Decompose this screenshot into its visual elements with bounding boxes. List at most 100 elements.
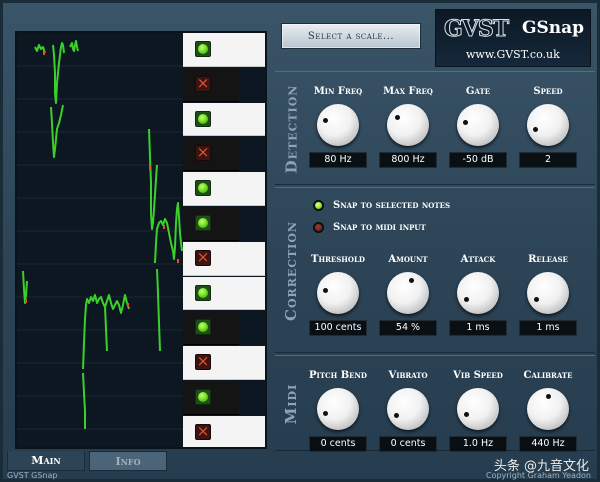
threshold-knob[interactable] (317, 272, 359, 314)
snap-to-selected-notes-option[interactable]: Snap to selected notes (313, 200, 450, 211)
note-disabled-toggle[interactable] (195, 74, 211, 92)
pitch-bend-label: Pitch Bend (309, 370, 367, 381)
min-freq-control: Min Freq 80 Hz (305, 86, 371, 168)
pitch-trace-plot (17, 40, 183, 430)
speed-knob[interactable] (527, 104, 569, 146)
note-enabled-toggle[interactable] (195, 284, 211, 301)
note-enabled-toggle[interactable] (195, 389, 211, 405)
pitch-bend-control: Pitch Bend 0 cents (305, 370, 371, 452)
snap-to-midi-input-option[interactable]: Snap to midi input (313, 222, 426, 233)
piano-key-black (183, 67, 239, 102)
vib-speed-readout: 1.0 Hz (449, 436, 507, 452)
pitch-accent-mark (177, 259, 179, 263)
pitch-segment-2 (52, 42, 65, 104)
vib-speed-knob[interactable] (457, 388, 499, 430)
piano-key-white (183, 172, 265, 206)
snap-midi-label: Snap to midi input (333, 222, 426, 233)
attack-readout: 1 ms (449, 320, 507, 336)
pitch-segment-5 (22, 270, 28, 304)
note-disabled-toggle[interactable] (195, 248, 211, 266)
tab-info[interactable]: Info (89, 451, 167, 471)
pitch-segment-3 (69, 40, 79, 52)
note-enabled-toggle[interactable] (195, 41, 211, 57)
calibrate-knob-indicator (545, 393, 551, 399)
pitch-bend-knob-indicator (323, 410, 329, 416)
pitch-bend-knob[interactable] (317, 388, 359, 430)
threshold-label: Threshold (311, 254, 365, 265)
piano-key-white (183, 241, 265, 276)
gate-knob-indicator (462, 120, 468, 126)
note-enabled-toggle[interactable] (195, 215, 211, 231)
snap-midi-radio[interactable] (313, 222, 324, 233)
watermark-text: 头条 @九音文化 (493, 459, 589, 474)
pitch-bend-readout: 0 cents (309, 436, 367, 452)
vibrato-control: Vibrato 0 cents (375, 370, 441, 452)
note-disabled-toggle[interactable] (195, 422, 211, 440)
piano-key-black (183, 207, 239, 241)
release-knob[interactable] (527, 272, 569, 314)
detection-section-title: Detection (279, 72, 303, 186)
piano-key-white (183, 276, 265, 311)
max-freq-knob[interactable] (387, 104, 429, 146)
pitch-accent-mark (43, 51, 45, 55)
threshold-control: Threshold 100 cents (305, 254, 371, 336)
speed-readout: 2 (519, 152, 577, 168)
gate-knob[interactable] (457, 104, 499, 146)
piano-key-black (183, 381, 239, 415)
attack-knob[interactable] (457, 272, 499, 314)
threshold-readout: 100 cents (309, 320, 367, 336)
vibrato-knob[interactable] (387, 388, 429, 430)
note-enabled-toggle[interactable] (195, 110, 211, 127)
detection-section: Detection Min Freq 80 Hz Max Freq 800 Hz Gat… (275, 71, 595, 185)
snap-selected-radio[interactable] (313, 200, 324, 211)
max-freq-control: Max Freq 800 Hz (375, 86, 441, 168)
threshold-knob-indicator (322, 288, 328, 294)
gvst-logo: GVST GSnap www.GVST.co.uk (435, 9, 591, 67)
piano-keyboard (183, 33, 265, 447)
gate-label: Gate (465, 86, 491, 97)
release-control: Release 1 ms (515, 254, 581, 336)
min-freq-label: Min Freq (313, 86, 363, 97)
logo-website: www.GVST.co.uk (466, 48, 560, 61)
piano-key-white (183, 346, 265, 380)
pitch-segment-4 (50, 104, 64, 158)
midi-title-text: Midi (282, 383, 300, 425)
speed-label: Speed (533, 86, 563, 97)
pitch-accent-mark (25, 299, 27, 303)
select-scale-button[interactable]: Select a scale... (281, 23, 421, 49)
tab-main[interactable]: Main (7, 451, 85, 471)
max-freq-label: Max Freq (383, 86, 433, 97)
note-disabled-toggle[interactable] (195, 143, 211, 162)
release-label: Release (528, 254, 568, 265)
vibrato-label: Vibrato (388, 370, 428, 381)
piano-key-white (183, 33, 265, 67)
speed-knob-indicator (533, 126, 539, 132)
pitch-accent-mark (149, 165, 151, 170)
amount-readout: 54 % (379, 320, 437, 336)
piano-key-white (183, 415, 265, 447)
amount-knob[interactable] (387, 272, 429, 314)
pitch-segment-11 (104, 306, 108, 352)
calibrate-knob[interactable] (527, 388, 569, 430)
pitch-segment-8 (148, 128, 158, 230)
note-disabled-toggle[interactable] (195, 352, 211, 371)
max-freq-readout: 800 Hz (379, 152, 437, 168)
correction-title-text: Correction (282, 221, 301, 321)
note-enabled-toggle[interactable] (195, 180, 211, 197)
pitch-accent-mark (127, 303, 129, 307)
calibrate-readout: 440 Hz (519, 436, 577, 452)
midi-section-title: Midi (279, 356, 303, 452)
amount-control: Amount 54 % (375, 254, 441, 336)
min-freq-readout: 80 Hz (309, 152, 367, 168)
pitch-accent-mark (163, 225, 165, 229)
amount-label: Amount (388, 254, 428, 265)
release-knob-indicator (534, 297, 540, 303)
vibrato-readout: 0 cents (379, 436, 437, 452)
note-enabled-toggle[interactable] (195, 319, 211, 336)
pitch-segment-9 (154, 202, 183, 264)
min-freq-knob[interactable] (317, 104, 359, 146)
gsnap-plugin-window: Select a scale... GVST GSnap www.GVST.co… (0, 0, 600, 482)
max-freq-knob-indicator (394, 114, 400, 120)
attack-control: Attack 1 ms (445, 254, 511, 336)
correction-section: Correction Snap to selected notes Snap t… (275, 187, 595, 353)
